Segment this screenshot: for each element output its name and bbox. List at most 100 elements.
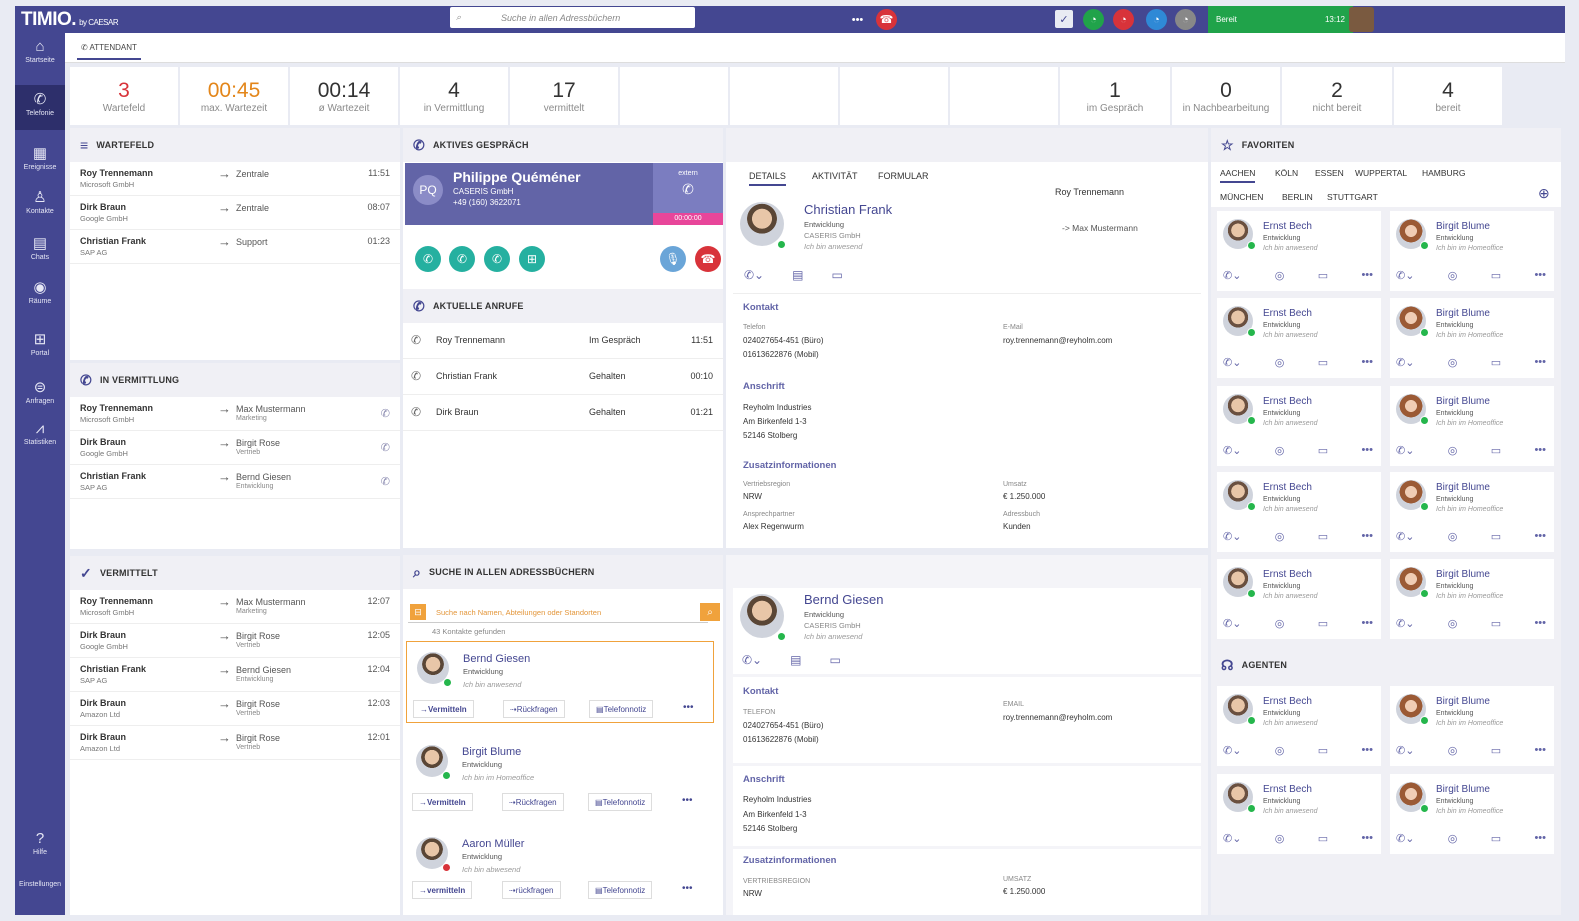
- favorite-contact-card[interactable]: Birgit Blume Entwicklung Ich bin im Homeof…: [1390, 686, 1554, 766]
- chat-icon[interactable]: ◎: [1275, 530, 1285, 543]
- chat-icon[interactable]: ◎: [1448, 617, 1458, 630]
- dialpad-button[interactable]: ⊞: [519, 246, 545, 272]
- chat-icon[interactable]: ◎: [1448, 356, 1458, 369]
- video-icon[interactable]: ▭: [1491, 617, 1501, 630]
- chat-icon[interactable]: ◎: [1448, 269, 1458, 282]
- active-call-card[interactable]: PQ Philippe Quéméner CASERIS GmbH +49 (1…: [405, 163, 723, 225]
- favorite-contact-card[interactable]: Birgit Blume Entwicklung Ich bin im Homeof…: [1390, 559, 1554, 639]
- location-tab[interactable]: HAMBURG: [1422, 168, 1465, 178]
- chat-icon[interactable]: ◎: [1448, 832, 1458, 845]
- phone-icon[interactable]: ✆⌄: [1396, 617, 1414, 630]
- more-icon[interactable]: •••: [1361, 269, 1373, 282]
- location-tab[interactable]: ESSEN: [1315, 168, 1344, 178]
- list-item[interactable]: Dirk Braun Amazon Ltd → Birgit Rose Vertrieb…: [70, 692, 400, 726]
- chat-icon[interactable]: ◎: [1275, 269, 1285, 282]
- nav-chats[interactable]: ▤ Chats: [15, 229, 65, 274]
- favorite-contact-card[interactable]: Ernst Bech Entwicklung Ich bin anwesend ✆⌄ ◎…: [1217, 774, 1381, 854]
- nav-statistiken[interactable]: ⩘ Statistiken: [15, 415, 65, 460]
- more-icon[interactable]: •••: [1534, 356, 1546, 369]
- phone-icon[interactable]: ✆⌄: [744, 268, 764, 282]
- tab-formular[interactable]: FORMULAR: [878, 171, 929, 181]
- list-item[interactable]: Roy Trennemann Microsoft GmbH → Max Musterm…: [70, 397, 400, 431]
- chat-icon[interactable]: ◎: [1448, 444, 1458, 457]
- nav-portal[interactable]: ⊞ Portal: [15, 325, 65, 370]
- phone-icon[interactable]: ✆⌄: [1223, 444, 1241, 457]
- phone-icon[interactable]: ✆⌄: [1223, 617, 1241, 630]
- agent-status[interactable]: Bereit 13:12: [1208, 6, 1353, 33]
- status-busy-icon[interactable]: ◔: [1113, 9, 1134, 30]
- more-icon[interactable]: •••: [1534, 530, 1546, 543]
- chat-icon[interactable]: ◎: [1275, 444, 1285, 457]
- note-button[interactable]: ▤ Telefonnotiz: [589, 700, 654, 718]
- add-icon[interactable]: ⊕: [1538, 185, 1550, 202]
- more-icon[interactable]: •••: [1534, 617, 1546, 630]
- transfer-icon[interactable]: ✆: [381, 475, 390, 488]
- list-item[interactable]: Christian Frank SAP AG → Bernd Giesen Entwic…: [70, 465, 400, 499]
- video-icon[interactable]: ▭: [1318, 444, 1328, 457]
- video-icon[interactable]: ▭: [829, 653, 840, 667]
- chat-icon[interactable]: ◎: [1448, 744, 1458, 757]
- location-tab[interactable]: BERLIN: [1282, 192, 1313, 202]
- transfer-button[interactable]: → vermitteln: [412, 881, 473, 899]
- contact-search-input[interactable]: ⊟ Suche nach Namen, Abteilungen oder Sta…: [408, 601, 720, 623]
- more-icon[interactable]: •••: [847, 9, 868, 30]
- favorite-contact-card[interactable]: Ernst Bech Entwicklung Ich bin anwesend ✆⌄ ◎…: [1217, 211, 1381, 291]
- more-icon[interactable]: •••: [1361, 617, 1373, 630]
- location-tab[interactable]: MÜNCHEN: [1220, 192, 1263, 202]
- phone-icon[interactable]: ✆⌄: [1396, 444, 1414, 457]
- nav-anfragen[interactable]: ⊜ Anfragen: [15, 373, 65, 418]
- video-icon[interactable]: ▭: [1318, 269, 1328, 282]
- list-item[interactable]: Christian Frank SAP AG → Bernd Giesen Entwic…: [70, 658, 400, 692]
- video-icon[interactable]: ▭: [1491, 530, 1501, 543]
- status-available-icon[interactable]: ◔: [1083, 9, 1104, 30]
- phone-icon[interactable]: ✆⌄: [1223, 744, 1241, 757]
- hold-button[interactable]: ✆: [415, 246, 441, 272]
- phone-icon[interactable]: ✆⌄: [742, 653, 762, 667]
- phone-icon[interactable]: ✆⌄: [1223, 356, 1241, 369]
- more-icon[interactable]: •••: [1534, 444, 1546, 457]
- chat-icon[interactable]: ◎: [1448, 530, 1458, 543]
- hangup-button[interactable]: ☎: [695, 246, 721, 272]
- location-tab[interactable]: AACHEN: [1220, 168, 1256, 183]
- more-icon[interactable]: •••: [1361, 832, 1373, 845]
- more-icon[interactable]: •••: [682, 883, 693, 894]
- phone-icon[interactable]: ✆⌄: [1396, 530, 1414, 543]
- call-row[interactable]: ✆ Roy Trennemann Im Gespräch 11:51: [403, 323, 723, 359]
- tab-details[interactable]: DETAILS: [749, 171, 786, 186]
- list-item[interactable]: Roy Trennemann Microsoft GmbH → Max Musterm…: [70, 590, 400, 624]
- list-item[interactable]: Roy Trennemann Microsoft GmbH → Zentrale 11:…: [70, 162, 400, 196]
- consult-button[interactable]: ⇢ Rückfragen: [503, 700, 565, 718]
- hangup-icon[interactable]: ☎: [876, 9, 897, 30]
- phone-icon[interactable]: ✆⌄: [1223, 530, 1241, 543]
- more-icon[interactable]: •••: [683, 702, 694, 713]
- phone-icon[interactable]: ✆⌄: [1396, 832, 1414, 845]
- video-icon[interactable]: ▭: [1491, 444, 1501, 457]
- list-item[interactable]: Dirk Braun Google GmbH → Birgit Rose Vertrie…: [70, 431, 400, 465]
- note-button[interactable]: ▤ Telefonnotiz: [588, 793, 653, 811]
- chat-icon[interactable]: ◎: [1275, 832, 1285, 845]
- list-item[interactable]: Christian Frank SAP AG → Support 01:23: [70, 230, 400, 264]
- mute-button[interactable]: 🎙: [660, 246, 686, 272]
- search-button[interactable]: ⌕: [700, 603, 720, 621]
- video-icon[interactable]: ▭: [1318, 530, 1328, 543]
- nav-startseite[interactable]: ⌂ Startseite: [15, 33, 65, 78]
- more-icon[interactable]: •••: [1361, 744, 1373, 757]
- list-item[interactable]: Dirk Braun Google GmbH → Zentrale 08:07: [70, 196, 400, 230]
- phone-icon[interactable]: ✆⌄: [1223, 832, 1241, 845]
- favorite-contact-card[interactable]: Birgit Blume Entwicklung Ich bin im Homeof…: [1390, 386, 1554, 466]
- transfer-button[interactable]: → Vermitteln: [412, 793, 473, 811]
- phone-icon[interactable]: ✆⌄: [1223, 269, 1241, 282]
- forward-button[interactable]: ✆: [484, 246, 510, 272]
- tab-aktivitaet[interactable]: AKTIVITÄT: [812, 171, 858, 181]
- chat-icon[interactable]: ◎: [1275, 356, 1285, 369]
- nav-räume[interactable]: ◉ Räume: [15, 273, 65, 318]
- more-icon[interactable]: •••: [1361, 530, 1373, 543]
- search-result-card[interactable]: Aaron Müller Entwicklung Ich bin abwesend →…: [406, 827, 714, 915]
- chat-icon[interactable]: ◎: [1275, 744, 1285, 757]
- nav-ereignisse[interactable]: ▦ Ereignisse: [15, 139, 65, 184]
- consult-button[interactable]: ⇢ Rückfragen: [502, 793, 564, 811]
- chat-icon[interactable]: ◎: [1275, 617, 1285, 630]
- status-away-icon[interactable]: ◔: [1146, 9, 1167, 30]
- chat-icon[interactable]: ▤: [792, 268, 803, 282]
- more-icon[interactable]: •••: [1361, 356, 1373, 369]
